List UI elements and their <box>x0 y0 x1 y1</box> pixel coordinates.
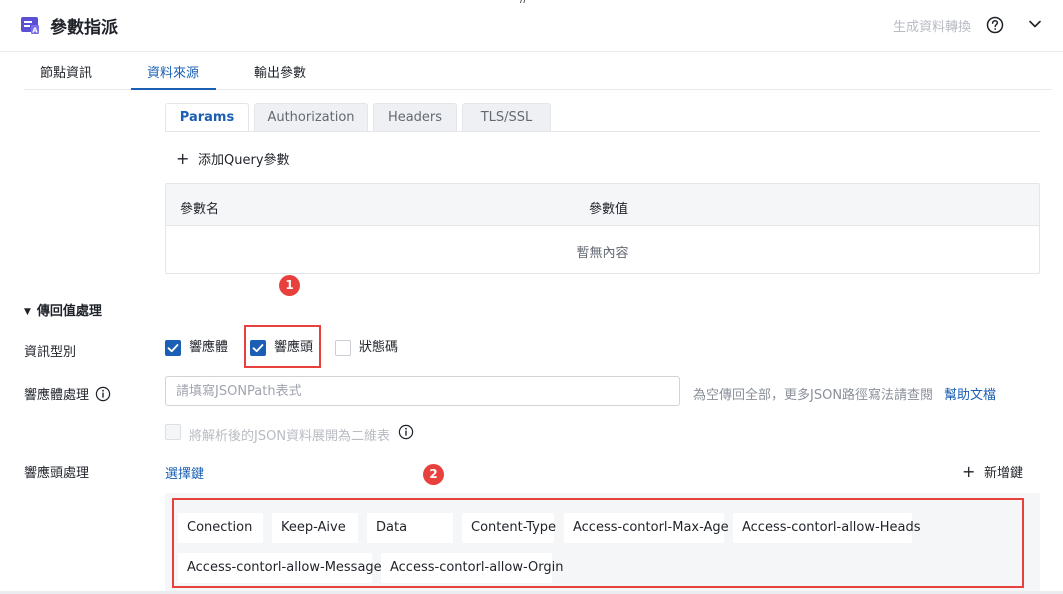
column-param-name: 參數名 <box>180 202 220 217</box>
annotation-highlight-1 <box>244 325 321 368</box>
body-processing-label: 響應體處理 <box>24 384 111 403</box>
annotation-highlight-2 <box>172 498 1024 588</box>
active-tab-indicator <box>131 88 216 90</box>
checkbox-checked-icon <box>165 340 181 356</box>
checkbox-response-body[interactable]: 響應體 <box>165 340 228 356</box>
add-key-button[interactable]: + 新增鍵 <box>962 462 1024 482</box>
help-docs-link[interactable]: 幫助文檔 <box>944 384 996 403</box>
info-circle-icon[interactable] <box>398 424 414 440</box>
query-params-table: 參數名 參數值 暫無內容 <box>165 183 1040 274</box>
checkbox-label: 響應體 <box>189 340 229 355</box>
checkbox-label: 狀態碼 <box>359 340 399 355</box>
annotation-badge-2: 2 <box>423 464 444 485</box>
body-processing-text: 響應體處理 <box>24 388 90 403</box>
plus-icon: + <box>962 462 976 481</box>
main-tabs: 節點資訊 資料來源 輸出參數 <box>24 52 1052 90</box>
plus-icon: + <box>176 149 190 168</box>
column-param-value: 參數值 <box>589 202 629 217</box>
jsonpath-input[interactable] <box>165 376 680 406</box>
subtab-tls-ssl[interactable]: TLS/SSL <box>462 103 551 131</box>
select-key-link[interactable]: 選擇鍵 <box>165 463 204 482</box>
checkbox-disabled-icon <box>165 424 181 440</box>
svg-text:A: A <box>32 27 38 35</box>
page-header: // A 參數指派 生成資料轉換 <box>0 0 1063 52</box>
add-query-param-button[interactable]: + 添加Query參數 <box>176 149 290 169</box>
subtab-params[interactable]: Params <box>165 103 249 131</box>
flatten-label: 將解析後的JSON資料展開為二維表 <box>189 429 391 444</box>
generate-conversion-link[interactable]: 生成資料轉換 <box>893 16 971 35</box>
jsonpath-hint: 為空傳回全部，更多JSON路徑寫法請查閱 <box>693 388 934 403</box>
page-title: 參數指派 <box>50 18 118 38</box>
tab-output-params[interactable]: 輸出參數 <box>254 62 306 81</box>
annotation-badge-1: 1 <box>279 275 300 296</box>
subtab-divider <box>165 131 1040 132</box>
checkbox-unchecked-icon <box>335 340 351 356</box>
subtab-headers[interactable]: Headers <box>373 103 457 131</box>
subtab-authorization[interactable]: Authorization <box>254 103 368 131</box>
section-title-label: 傳回值處理 <box>36 304 102 319</box>
header-processing-label: 響應頭處理 <box>24 466 90 481</box>
form-app-icon: A <box>21 17 39 35</box>
add-query-param-label: 添加Query參數 <box>198 153 290 168</box>
checkbox-status-code[interactable]: 狀態碼 <box>335 340 398 356</box>
flatten-json-checkbox[interactable]: 將解析後的JSON資料展開為二維表 <box>165 424 414 444</box>
caret-down-icon: ▼ <box>24 307 31 317</box>
top-marker: // <box>520 0 527 5</box>
info-type-label: 資訊型別 <box>24 345 77 360</box>
add-key-label: 新增鍵 <box>984 466 1024 481</box>
chevron-down-icon[interactable] <box>1028 17 1042 31</box>
question-circle-icon[interactable] <box>986 16 1004 34</box>
tab-node-info[interactable]: 節點資訊 <box>40 62 92 81</box>
table-header: 參數名 參數值 <box>166 184 1039 226</box>
info-circle-icon[interactable] <box>95 386 111 402</box>
response-handling-section[interactable]: ▼ 傳回值處理 <box>24 300 102 319</box>
empty-state-text: 暫無內容 <box>576 246 629 261</box>
tab-data-source[interactable]: 資料來源 <box>147 62 199 81</box>
